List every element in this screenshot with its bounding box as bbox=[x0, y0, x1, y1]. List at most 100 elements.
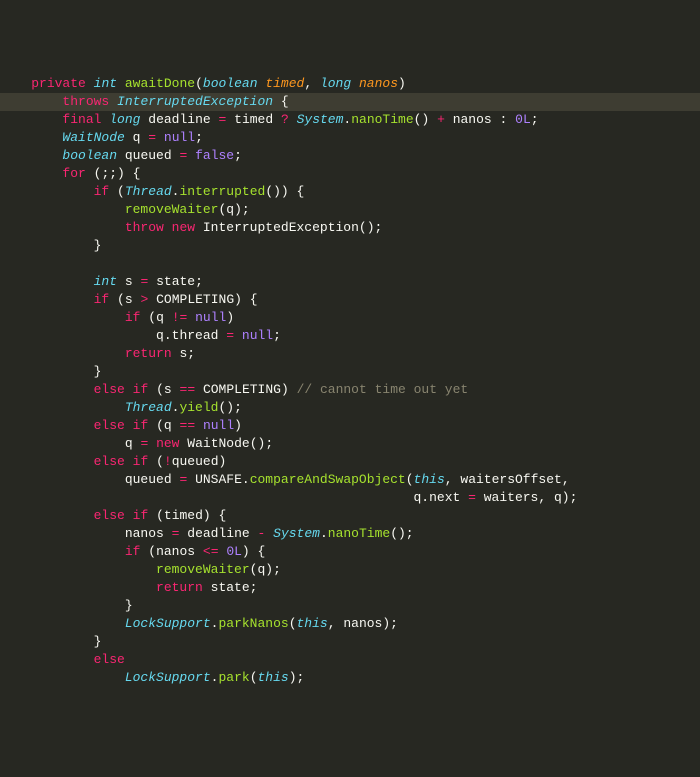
type-int: int bbox=[94, 76, 117, 91]
op-colon: : bbox=[500, 112, 508, 127]
ref-q: q bbox=[125, 436, 133, 451]
op-eq: = bbox=[140, 274, 148, 289]
ref-nanos: nanos bbox=[343, 616, 382, 631]
type-waitnode: WaitNode bbox=[62, 130, 124, 145]
method-yield: yield bbox=[179, 400, 218, 415]
ref-unsafe: UNSAFE bbox=[195, 472, 242, 487]
op-minus: - bbox=[258, 526, 266, 541]
op-eqeq: == bbox=[180, 382, 196, 397]
op-eq: = bbox=[219, 112, 227, 127]
comment: // cannot time out yet bbox=[297, 382, 469, 397]
type-thread: Thread bbox=[125, 400, 172, 415]
var-s: s bbox=[125, 274, 133, 289]
ref-queued: queued bbox=[125, 472, 172, 487]
kw-if: if bbox=[125, 310, 141, 325]
param-timed: timed bbox=[265, 76, 304, 91]
ref-timed: timed bbox=[164, 508, 203, 523]
type-thread: Thread bbox=[125, 184, 172, 199]
kw-if: if bbox=[133, 382, 149, 397]
op-eq: = bbox=[468, 490, 476, 505]
literal-null: null bbox=[164, 130, 195, 145]
op-not: ! bbox=[164, 454, 172, 469]
kw-else: else bbox=[94, 508, 125, 523]
kw-throws: throws bbox=[62, 94, 109, 109]
literal-false: false bbox=[195, 148, 234, 163]
field-next: next bbox=[429, 490, 460, 505]
method-park: park bbox=[218, 670, 249, 685]
kw-throw: throw bbox=[125, 220, 164, 235]
kw-private: private bbox=[31, 76, 86, 91]
type-boolean: boolean bbox=[62, 148, 117, 163]
method-nanotime: nanoTime bbox=[351, 112, 413, 127]
ref-nanos: nanos bbox=[125, 526, 164, 541]
field-thread: thread bbox=[172, 328, 219, 343]
op-eq: = bbox=[140, 436, 148, 451]
ref-nanos: nanos bbox=[453, 112, 492, 127]
op-q: ? bbox=[281, 112, 289, 127]
method-nanotime: nanoTime bbox=[328, 526, 390, 541]
type-locksupport: LockSupport bbox=[125, 616, 211, 631]
literal-0l: 0L bbox=[226, 544, 242, 559]
ref-queued: queued bbox=[172, 454, 219, 469]
op-eq: = bbox=[179, 148, 187, 163]
ref-s: s bbox=[125, 292, 133, 307]
op-gt: > bbox=[140, 292, 148, 307]
type-waitnode: WaitNode bbox=[187, 436, 249, 451]
kw-this: this bbox=[297, 616, 328, 631]
kw-return: return bbox=[156, 580, 203, 595]
type-locksupport: LockSupport bbox=[125, 670, 211, 685]
var-queued: queued bbox=[125, 148, 172, 163]
type-boolean: boolean bbox=[203, 76, 258, 91]
method-parknanos: parkNanos bbox=[218, 616, 288, 631]
type-interrupted-exc: InterruptedException bbox=[117, 94, 273, 109]
ref-state: state bbox=[156, 274, 195, 289]
ref-q: q bbox=[164, 418, 172, 433]
type-interrupted-exc: InterruptedException bbox=[203, 220, 359, 235]
param-nanos: nanos bbox=[359, 76, 398, 91]
ref-completing: COMPLETING bbox=[156, 292, 234, 307]
literal-null: null bbox=[203, 418, 234, 433]
ref-waitersoffset: waitersOffset bbox=[460, 472, 561, 487]
method-cas: compareAndSwapObject bbox=[250, 472, 406, 487]
ref-waiters: waiters bbox=[484, 490, 539, 505]
ref-s: s bbox=[164, 382, 172, 397]
var-q: q bbox=[133, 130, 141, 145]
kw-if: if bbox=[125, 544, 141, 559]
method-name: awaitDone bbox=[125, 76, 195, 91]
type-system: System bbox=[297, 112, 344, 127]
method-removewaiter: removeWaiter bbox=[125, 202, 219, 217]
kw-new: new bbox=[172, 220, 195, 235]
kw-if: if bbox=[94, 292, 110, 307]
type-long: long bbox=[320, 76, 351, 91]
type-int: int bbox=[94, 274, 117, 289]
method-removewaiter: removeWaiter bbox=[156, 562, 250, 577]
kw-if: if bbox=[133, 508, 149, 523]
op-neq: != bbox=[172, 310, 188, 325]
var-deadline: deadline bbox=[148, 112, 210, 127]
op-eq: = bbox=[179, 472, 187, 487]
ref-q: q bbox=[156, 328, 164, 343]
op-le: <= bbox=[203, 544, 219, 559]
ref-completing: COMPLETING bbox=[203, 382, 281, 397]
code-block: private int awaitDone(boolean timed, lon… bbox=[0, 72, 700, 687]
op-eq: = bbox=[226, 328, 234, 343]
kw-else: else bbox=[94, 454, 125, 469]
kw-return: return bbox=[125, 346, 172, 361]
kw-if: if bbox=[133, 454, 149, 469]
kw-new: new bbox=[156, 436, 179, 451]
op-eq: = bbox=[172, 526, 180, 541]
kw-else: else bbox=[94, 652, 125, 667]
type-long: long bbox=[109, 112, 140, 127]
kw-this: this bbox=[414, 472, 445, 487]
ref-deadline: deadline bbox=[187, 526, 249, 541]
kw-for: for bbox=[62, 166, 85, 181]
type-system: System bbox=[273, 526, 320, 541]
ref-q: q bbox=[156, 310, 164, 325]
op-eq: = bbox=[148, 130, 156, 145]
highlight-line: throws InterruptedException { bbox=[0, 93, 700, 111]
literal-null: null bbox=[242, 328, 273, 343]
literal-null: null bbox=[195, 310, 226, 325]
op-plus: + bbox=[437, 112, 445, 127]
kw-this: this bbox=[258, 670, 289, 685]
kw-if: if bbox=[94, 184, 110, 199]
